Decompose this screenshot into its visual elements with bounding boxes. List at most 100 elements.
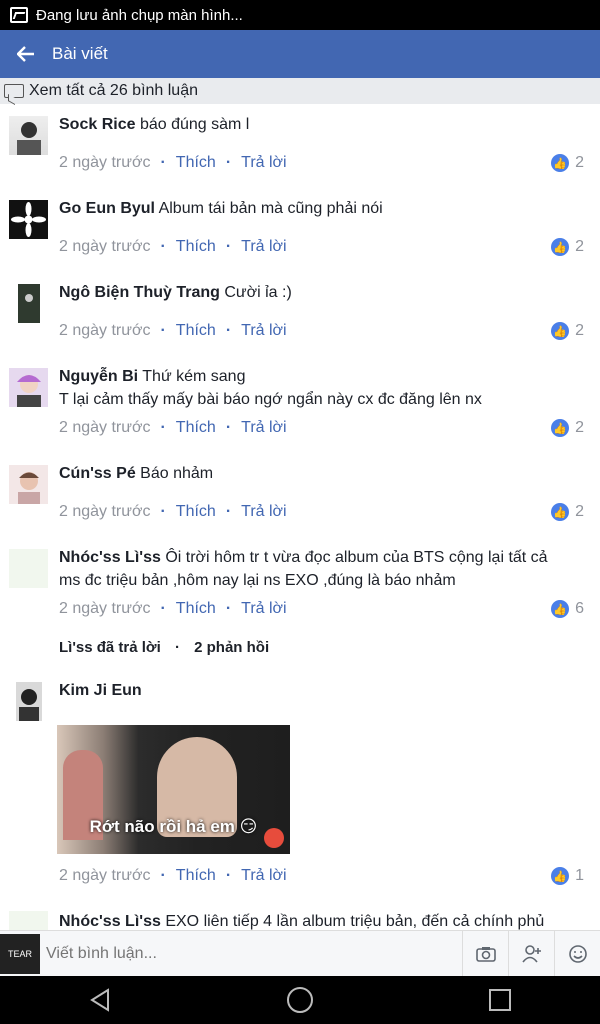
- heart-icon: [264, 828, 284, 848]
- separator: ·: [225, 419, 232, 436]
- separator: ·: [160, 503, 166, 520]
- like-count[interactable]: 👍 2: [551, 503, 584, 521]
- avatar[interactable]: [9, 682, 48, 721]
- avatar[interactable]: [9, 911, 48, 930]
- avatar[interactable]: [9, 284, 48, 323]
- comment-meta: 2 ngày trước · Thích · Trả lời 👍 1: [59, 865, 584, 887]
- reply-button[interactable]: Trả lời: [241, 322, 286, 340]
- like-button[interactable]: Thích: [176, 322, 216, 340]
- comment-time: 2 ngày trước: [59, 154, 151, 171]
- separator: ·: [225, 238, 232, 255]
- comment-meta: 2 ngày trước · Thích · Trả lời 👍 2: [59, 320, 584, 342]
- comment-text: Cún'ss Pé Báo nhảm: [59, 462, 580, 485]
- reply-button[interactable]: Trả lời: [241, 600, 286, 618]
- like-count[interactable]: 👍 6: [551, 600, 584, 618]
- like-count[interactable]: 👍 2: [551, 154, 584, 172]
- replies-count: 2 phản hồi: [194, 639, 270, 656]
- reply-button[interactable]: Trả lời: [241, 238, 286, 256]
- my-avatar-text: TEAR: [7, 948, 32, 959]
- comment-text: Nhóc'ss Lì'ss Ôi trời hôm tr t vừa đọc a…: [59, 546, 580, 592]
- like-count[interactable]: 👍 1: [551, 867, 584, 885]
- comment-time: 2 ngày trước: [59, 600, 151, 617]
- add-friend-icon[interactable]: [508, 930, 554, 977]
- nav-recents-icon[interactable]: [470, 976, 530, 1024]
- separator: ·: [225, 154, 232, 171]
- comment-author[interactable]: Ngô Biện Thuỳ Trang: [59, 284, 220, 301]
- nav-back-icon[interactable]: [70, 976, 130, 1024]
- thumbs-up-icon: 👍: [551, 867, 570, 885]
- comment-body: Thứ kém sang: [142, 368, 246, 385]
- avatar[interactable]: [9, 465, 48, 504]
- thumbs-up-icon: 👍: [551, 238, 570, 256]
- comment-text: Ngô Biện Thuỳ Trang Cười ỉa :): [59, 281, 580, 304]
- thumbs-up-icon: 👍: [551, 322, 570, 340]
- comment-body-line2: T lại cảm thấy mấy bài báo ngớ ngẩn này …: [59, 391, 482, 408]
- like-count[interactable]: 👍 2: [551, 238, 584, 256]
- comment-body-line2: ms đc triệu bản ,hôm nay lại ns EXO ,đún…: [59, 572, 456, 589]
- avatar[interactable]: [9, 116, 48, 155]
- reply-button[interactable]: Trả lời: [241, 419, 286, 437]
- comment-author[interactable]: Nguyễn Bi: [59, 368, 138, 385]
- like-button[interactable]: Thích: [176, 867, 216, 885]
- comment-meta: 2 ngày trước · Thích · Trả lời 👍 6: [59, 598, 584, 620]
- comments-feed[interactable]: Xem tất cả 26 bình luận Sock Rice báo đú…: [0, 78, 600, 930]
- reply-button[interactable]: Trả lời: [241, 503, 286, 521]
- comment-input[interactable]: [46, 938, 462, 969]
- like-count-value: 2: [575, 154, 584, 171]
- separator: ·: [174, 639, 180, 656]
- separator: ·: [225, 867, 232, 884]
- comment-author[interactable]: Nhóc'ss Lì'ss: [59, 913, 161, 930]
- comment-author[interactable]: Nhóc'ss Lì'ss: [59, 549, 161, 566]
- thumbs-up-icon: 👍: [551, 600, 570, 618]
- emoji-icon[interactable]: [554, 930, 600, 977]
- like-button[interactable]: Thích: [176, 600, 216, 618]
- separator: ·: [160, 600, 166, 617]
- reply-button[interactable]: Trả lời: [241, 154, 286, 172]
- comment-body: Cười ỉa :): [224, 284, 292, 301]
- back-arrow-icon[interactable]: [0, 30, 52, 78]
- comment-meta: 2 ngày trước · Thích · Trả lời 👍 2: [59, 501, 584, 523]
- nav-home-icon[interactable]: [270, 976, 330, 1024]
- avatar[interactable]: [9, 368, 48, 407]
- reply-image[interactable]: Rớt não rồi hả em 😏: [57, 725, 290, 854]
- avatar[interactable]: [9, 549, 48, 588]
- thumbs-up-icon: 👍: [551, 154, 570, 172]
- comment-text: Nhóc'ss Lì'ss EXO liên tiếp 4 lần album …: [59, 910, 580, 930]
- like-count-value: 6: [575, 600, 584, 617]
- like-count[interactable]: 👍 2: [551, 322, 584, 340]
- like-count[interactable]: 👍 2: [551, 419, 584, 437]
- separator: ·: [160, 322, 166, 339]
- view-all-comments[interactable]: Xem tất cả 26 bình luận: [0, 78, 600, 104]
- comment-composer: TEAR: [0, 930, 600, 977]
- comment-time: 2 ngày trước: [59, 322, 151, 339]
- comment-body: EXO liên tiếp 4 lần album triệu bản, đến…: [165, 913, 545, 930]
- like-count-value: 2: [575, 419, 584, 436]
- comment-meta: 2 ngày trước · Thích · Trả lời 👍 2: [59, 152, 584, 174]
- comment-author[interactable]: Cún'ss Pé: [59, 465, 136, 482]
- comment-text: Kim Ji Eun: [59, 679, 580, 702]
- view-replies[interactable]: Lì'ss đã trả lời · 2 phản hồi: [59, 639, 269, 656]
- comment-body: báo đúng sàm l: [139, 116, 250, 133]
- like-button[interactable]: Thích: [176, 154, 216, 172]
- like-button[interactable]: Thích: [176, 503, 216, 521]
- comment-author[interactable]: Kim Ji Eun: [59, 682, 142, 699]
- like-count-value: 2: [575, 503, 584, 520]
- separator: ·: [160, 867, 166, 884]
- comment-body: Album tái bản mà cũng phải nói: [158, 200, 383, 217]
- my-avatar: TEAR: [0, 933, 40, 974]
- comment-text: Sock Rice báo đúng sàm l: [59, 113, 580, 136]
- view-all-label: Xem tất cả 26 bình luận: [29, 82, 198, 99]
- comment-author[interactable]: Sock Rice: [59, 116, 135, 133]
- camera-icon[interactable]: [462, 930, 508, 977]
- replies-who: Lì'ss đã trả lời: [59, 639, 161, 656]
- comment-body: Ôi trời hôm tr t vừa đọc album của BTS c…: [165, 549, 548, 566]
- like-button[interactable]: Thích: [176, 419, 216, 437]
- comment-author[interactable]: Go Eun Byul: [59, 200, 155, 217]
- status-text: Đang lưu ảnh chụp màn hình...: [36, 6, 243, 24]
- comment-bubble-icon: [4, 84, 24, 98]
- screenshot-icon: [10, 7, 28, 23]
- avatar[interactable]: [9, 200, 48, 239]
- reply-button[interactable]: Trả lời: [241, 867, 286, 885]
- like-button[interactable]: Thích: [176, 238, 216, 256]
- comment-meta: 2 ngày trước · Thích · Trả lời 👍 2: [59, 236, 584, 258]
